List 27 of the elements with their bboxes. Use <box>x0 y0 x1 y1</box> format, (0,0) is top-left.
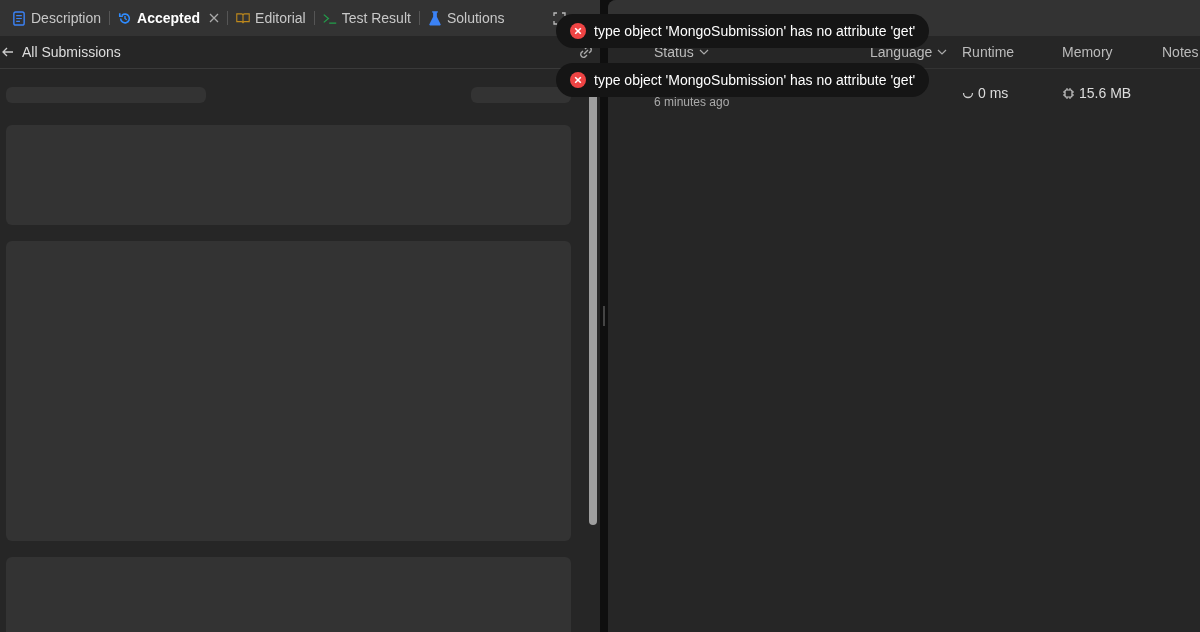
flask-icon <box>427 10 442 26</box>
error-icon <box>570 72 586 88</box>
document-icon <box>12 10 26 26</box>
runtime-value: 0 ms <box>978 85 1009 101</box>
resize-handle[interactable] <box>603 306 605 326</box>
tab[interactable]: Description <box>4 0 110 36</box>
tab[interactable]: Accepted <box>110 0 228 36</box>
book-icon <box>236 10 251 26</box>
toast-message: type object 'MongoSubmission' has no attribute 'get' <box>594 72 916 88</box>
column-header: Runtime <box>962 44 1016 60</box>
memory-value: 15.6 MB <box>1079 85 1132 101</box>
column-header[interactable]: Status <box>654 44 870 60</box>
submission-time: 6 minutes ago <box>654 95 731 109</box>
error-icon <box>570 23 586 39</box>
arrow-left-icon <box>2 47 14 57</box>
chip-icon <box>1062 86 1075 100</box>
column-header: Notes <box>1162 44 1200 60</box>
history-icon <box>118 10 133 26</box>
close-icon[interactable] <box>209 13 220 23</box>
column-header[interactable]: Language <box>870 44 962 60</box>
back-link[interactable]: All Submissions <box>2 44 121 60</box>
tab[interactable]: Solutions <box>419 0 513 36</box>
tab[interactable]: Test Result <box>314 0 419 36</box>
link-icon[interactable] <box>578 45 594 59</box>
tab[interactable]: Editorial <box>228 0 314 36</box>
toast-message: type object 'MongoSubmission' has no attribute 'get' <box>594 23 916 39</box>
column-header: Memory <box>1062 44 1114 60</box>
